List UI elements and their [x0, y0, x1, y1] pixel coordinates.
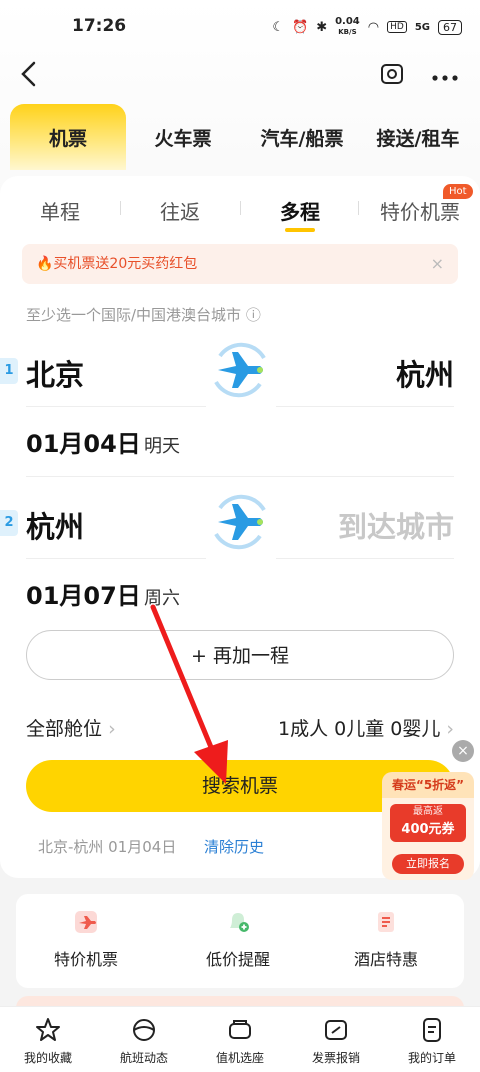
- segment-number: 2: [0, 510, 18, 536]
- divider: [276, 406, 454, 407]
- departure-city[interactable]: 杭州: [26, 504, 84, 546]
- ad-line1: 最高返: [413, 806, 443, 817]
- departure-city[interactable]: 北京: [26, 352, 84, 394]
- nav-bar: [0, 50, 480, 100]
- feature-special-flights[interactable]: 特价机票: [36, 908, 136, 970]
- star-icon: [33, 1015, 63, 1045]
- tab-train[interactable]: 火车票: [130, 104, 236, 170]
- swap-cities-icon[interactable]: [206, 336, 274, 404]
- close-icon[interactable]: ×: [431, 244, 444, 284]
- camera-icon[interactable]: [380, 62, 404, 91]
- nav-check-in[interactable]: 值机选座: [192, 1015, 288, 1066]
- passenger-count: 1成人 0儿童 0婴儿: [277, 718, 441, 740]
- ad-body: 最高返 400元券 立即报名: [382, 798, 474, 880]
- nav-favorites[interactable]: 我的收藏: [0, 1015, 96, 1066]
- tab-one-way[interactable]: 单程: [40, 196, 80, 225]
- feature-label: 特价机票: [53, 950, 118, 969]
- invoice-icon: [321, 1015, 351, 1045]
- nav-label: 我的收藏: [23, 1051, 72, 1065]
- ad-coupon: 最高返 400元券: [390, 804, 466, 842]
- signal-icon: 5G: [414, 21, 430, 33]
- city-hint: 至少选一个国际/中国港澳台城市 ⓘ: [26, 306, 261, 324]
- add-leg-button[interactable]: + 再加一程: [26, 630, 454, 680]
- divider: [240, 201, 241, 215]
- wifi-icon: ◠: [367, 19, 380, 35]
- close-icon[interactable]: ×: [452, 740, 474, 762]
- moon-icon: ☾: [272, 19, 284, 35]
- back-arrow-icon[interactable]: [18, 60, 38, 93]
- arrival-city[interactable]: 杭州: [396, 352, 454, 394]
- nav-invoice[interactable]: 发票报销: [288, 1015, 384, 1066]
- hot-badge: Hot: [443, 184, 473, 199]
- chevron-right-icon: ›: [108, 718, 116, 740]
- nav-label: 我的订单: [407, 1051, 456, 1065]
- divider: [26, 406, 206, 407]
- hotel-deal-icon: [372, 908, 400, 936]
- nav-label: 值机选座: [215, 1051, 264, 1065]
- swap-cities-icon[interactable]: [206, 488, 274, 556]
- feature-hotel-deal[interactable]: 酒店特惠: [336, 908, 436, 970]
- promo-float-ad[interactable]: × 春运“5折返” 最高返 400元券 立即报名: [382, 740, 474, 880]
- nav-flight-status[interactable]: 航班动态: [96, 1015, 192, 1066]
- divider: [120, 201, 121, 215]
- nav-orders[interactable]: 我的订单: [384, 1015, 480, 1066]
- ad-line2: 400元券: [401, 822, 455, 837]
- more-icon[interactable]: [432, 64, 458, 88]
- feature-label: 低价提醒: [205, 950, 270, 969]
- transport-tabs: 机票 火车票 汽车/船票 接送/租车: [10, 104, 470, 170]
- order-icon: [417, 1015, 447, 1045]
- bottom-nav: 我的收藏 航班动态 值机选座 发票报销 我的订单: [0, 1006, 480, 1072]
- divider: [358, 201, 359, 215]
- price-alert-bell-icon: [224, 908, 252, 936]
- trip-type-tabs: 单程 往返 多程 特价机票 Hot: [0, 176, 480, 240]
- active-tab-indicator: [285, 228, 315, 232]
- nav-label: 航班动态: [119, 1051, 168, 1065]
- promo-text: 🔥买机票送20元买药红包: [36, 256, 198, 272]
- tab-round-trip[interactable]: 往返: [160, 196, 200, 225]
- passenger-selector[interactable]: 1成人 0儿童 0婴儿 ›: [278, 714, 454, 741]
- segment-number: 1: [0, 358, 18, 384]
- feature-label: 酒店特惠: [353, 950, 418, 969]
- bluetooth-icon: ✱: [316, 19, 328, 35]
- divider: [26, 476, 454, 477]
- arrival-city-placeholder[interactable]: 到达城市: [338, 504, 454, 546]
- promo-banner[interactable]: 🔥买机票送20元买药红包 ×: [22, 244, 458, 284]
- divider: [276, 558, 454, 559]
- tab-multi-city[interactable]: 多程: [280, 196, 320, 225]
- flight-status-icon: [129, 1015, 159, 1045]
- departure-date[interactable]: 01月04日: [26, 424, 141, 459]
- tab-special-flights[interactable]: 特价机票: [380, 196, 460, 225]
- departure-day: 明天: [144, 436, 180, 457]
- divider: [26, 558, 206, 559]
- tab-flight[interactable]: 机票: [10, 104, 126, 170]
- battery-icon: 67: [438, 19, 462, 35]
- status-icons: ☾ ⏰ ✱ 0.04 KB/S ◠ HD 5G 67: [272, 17, 462, 37]
- ad-signup-button[interactable]: 立即报名: [392, 854, 464, 874]
- feature-shortcuts: 特价机票 低价提醒 酒店特惠: [16, 894, 464, 988]
- ad-title: 春运“5折返”: [382, 772, 474, 798]
- net-speed: 0.04 KB/S: [335, 16, 360, 37]
- tab-bus-ship[interactable]: 汽车/船票: [242, 104, 362, 170]
- alarm-icon: ⏰: [292, 19, 309, 35]
- cabin-label: 全部舱位: [26, 718, 103, 740]
- status-bar: 17:26 ☾ ⏰ ✱ 0.04 KB/S ◠ HD 5G 67: [0, 0, 480, 50]
- seat-icon: [225, 1015, 255, 1045]
- feature-price-alert[interactable]: 低价提醒: [188, 908, 288, 970]
- cabin-selector[interactable]: 全部舱位 ›: [26, 714, 116, 741]
- status-time: 17:26: [72, 16, 127, 36]
- departure-date[interactable]: 01月07日: [26, 576, 141, 611]
- history-item[interactable]: 北京-杭州 01月04日: [38, 836, 176, 857]
- nav-label: 发票报销: [311, 1051, 360, 1065]
- clear-history-link[interactable]: 清除历史: [204, 836, 264, 857]
- hd-badge: HD: [387, 21, 407, 33]
- departure-day: 周六: [144, 588, 180, 609]
- tab-transfer-rental[interactable]: 接送/租车: [366, 104, 470, 170]
- discount-flight-icon: [72, 908, 100, 936]
- chevron-right-icon: ›: [446, 718, 454, 740]
